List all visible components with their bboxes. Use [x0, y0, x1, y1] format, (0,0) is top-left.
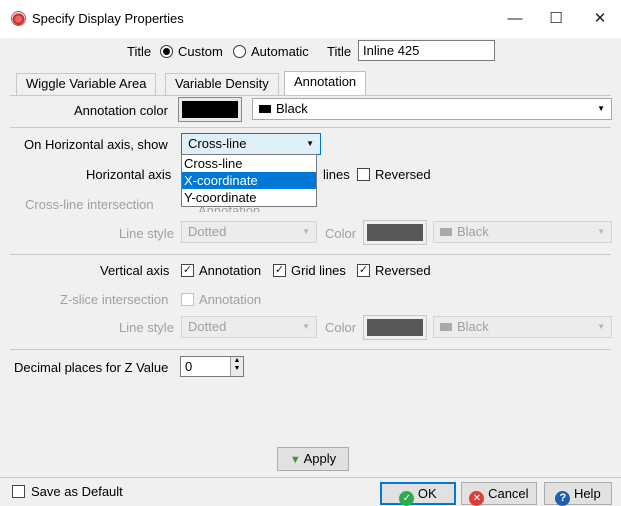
- green-arrow-down-icon: ▼: [289, 454, 301, 466]
- horizontal-color-select[interactable]: Black ▼: [433, 221, 612, 243]
- tab-wiggle-variable-area[interactable]: Wiggle Variable Area: [16, 73, 157, 95]
- cross-line-intersection-label: Cross-line intersection: [25, 197, 154, 212]
- horizontal-reversed-label: Reversed: [375, 167, 431, 182]
- annotation-color-swatch[interactable]: [178, 97, 242, 122]
- dropdown-option-y-coordinate[interactable]: Y-coordinate: [182, 189, 316, 206]
- horizontal-line-style-label: Line style: [119, 226, 174, 241]
- vertical-color-label: Color: [325, 320, 357, 335]
- ok-button-label: OK: [417, 486, 437, 501]
- z-slice-annotation-label: Annotation: [199, 292, 262, 307]
- vertical-line-style-select[interactable]: Dotted ▼: [181, 316, 317, 338]
- vertical-color-swatch[interactable]: [363, 315, 427, 340]
- dropdown-option-cross-line[interactable]: Cross-line: [182, 155, 316, 172]
- vertical-line-style-value: Dotted: [188, 319, 227, 334]
- black-square-icon: [440, 323, 452, 331]
- title-text-label: Title: [327, 44, 352, 59]
- separator: [0, 477, 621, 478]
- cancel-x-icon: ✕: [469, 491, 485, 506]
- z-slice-annotation-checkbox[interactable]: [181, 293, 194, 306]
- chevron-down-icon: ▼: [597, 104, 605, 113]
- save-as-default-checkbox[interactable]: [12, 485, 25, 498]
- horizontal-show-value: Cross-line: [188, 136, 247, 151]
- app-icon: [11, 11, 26, 26]
- title-automatic-label: Automatic: [251, 44, 309, 59]
- chevron-down-icon: ▼: [306, 139, 314, 148]
- annotation-color-label: Annotation color: [74, 103, 168, 118]
- vertical-reversed-label: Reversed: [375, 263, 431, 278]
- horizontal-show-select[interactable]: Cross-line ▼: [181, 133, 321, 155]
- horizontal-show-label: On Horizontal axis, show: [24, 137, 168, 152]
- horizontal-line-style-value: Dotted: [188, 224, 227, 239]
- title-automatic-radio[interactable]: [233, 45, 246, 58]
- close-button[interactable]: ✕: [585, 6, 615, 32]
- vertical-annotation-label: Annotation: [199, 263, 262, 278]
- vertical-color-value: Black: [457, 319, 489, 334]
- tab-variable-density[interactable]: Variable Density: [165, 73, 279, 95]
- black-square-icon: [440, 228, 452, 236]
- help-button[interactable]: ? Help: [544, 482, 612, 506]
- help-button-label: Help: [573, 486, 601, 501]
- title-input[interactable]: Inline 425: [358, 40, 495, 61]
- annotation-color-select[interactable]: Black ▼: [252, 98, 612, 120]
- decimal-places-label: Decimal places for Z Value: [14, 360, 169, 375]
- horizontal-reversed-checkbox[interactable]: [357, 168, 370, 181]
- separator: [10, 127, 611, 128]
- vertical-line-style-label: Line style: [119, 320, 174, 335]
- tab-bar-line: [10, 95, 611, 96]
- horizontal-color-label: Color: [325, 226, 357, 241]
- maximize-button[interactable]: ☐: [541, 6, 571, 32]
- horizontal-color-swatch[interactable]: [363, 220, 427, 245]
- z-slice-intersection-label: Z-slice intersection: [60, 292, 169, 307]
- vertical-color-select[interactable]: Black ▼: [433, 316, 612, 338]
- dropdown-option-x-coordinate[interactable]: X-coordinate: [182, 172, 316, 189]
- horizontal-axis-label: Horizontal axis: [86, 167, 172, 182]
- vertical-axis-label: Vertical axis: [100, 263, 170, 278]
- apply-button-label: Apply: [303, 451, 337, 466]
- decimal-places-spinner[interactable]: 0 ▲ ▼: [180, 356, 244, 377]
- horizontal-color-value: Black: [457, 224, 489, 239]
- annotation-color-value: Black: [276, 101, 308, 116]
- black-square-icon: [259, 105, 271, 113]
- window-title: Specify Display Properties: [32, 11, 184, 26]
- vertical-grid-lines-label: Grid lines: [291, 263, 346, 278]
- horizontal-line-style-select[interactable]: Dotted ▼: [181, 221, 317, 243]
- title-custom-label: Custom: [178, 44, 223, 59]
- separator: [10, 349, 611, 350]
- separator: [10, 254, 611, 255]
- ok-button[interactable]: ✓ OK: [380, 482, 456, 506]
- tab-annotation[interactable]: Annotation: [284, 71, 367, 95]
- horizontal-show-dropdown-list: Cross-line X-coordinate Y-coordinate: [181, 154, 317, 207]
- check-circle-icon: ✓: [399, 491, 415, 506]
- vertical-grid-lines-checkbox[interactable]: ✓: [273, 264, 286, 277]
- horizontal-grid-lines-label: lines: [323, 167, 350, 182]
- chevron-down-icon: ▼: [302, 322, 310, 331]
- minimize-button[interactable]: —: [500, 6, 530, 32]
- vertical-reversed-checkbox[interactable]: ✓: [357, 264, 370, 277]
- title-custom-radio[interactable]: [160, 45, 173, 58]
- title-label: Title: [127, 44, 152, 59]
- save-as-default-label: Save as Default: [31, 484, 123, 499]
- cancel-button-label: Cancel: [488, 486, 529, 501]
- cancel-button[interactable]: ✕ Cancel: [461, 482, 537, 506]
- decimal-places-value: 0: [185, 359, 193, 374]
- chevron-down-icon: ▼: [597, 322, 605, 331]
- spinner-up-down-icon[interactable]: ▲ ▼: [230, 357, 243, 376]
- chevron-down-icon: ▼: [597, 227, 605, 236]
- vertical-annotation-checkbox[interactable]: ✓: [181, 264, 194, 277]
- apply-button[interactable]: ▼ Apply: [277, 447, 349, 471]
- help-question-icon: ?: [555, 491, 571, 506]
- chevron-down-icon: ▼: [302, 227, 310, 236]
